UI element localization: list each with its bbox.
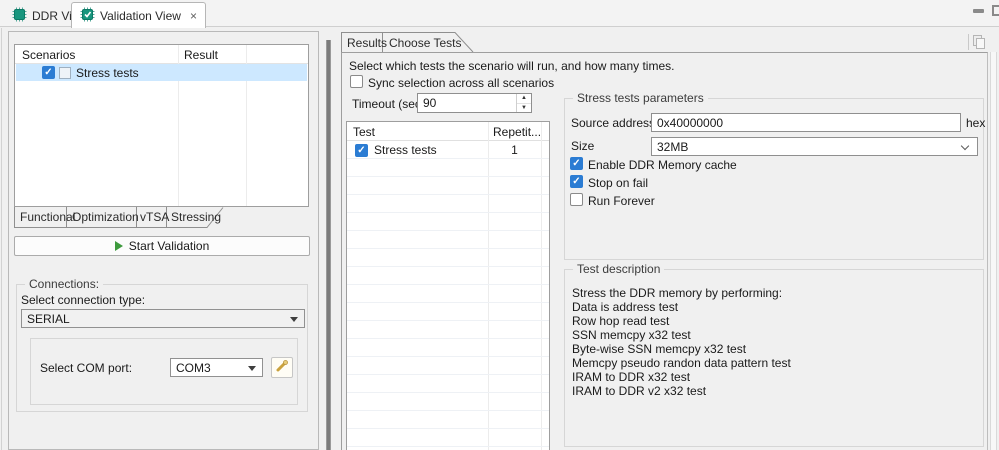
maximize-icon[interactable] bbox=[992, 5, 999, 16]
test-description-text: Stress the DDR memory by performing: Dat… bbox=[572, 286, 977, 398]
enable-cache-checkbox[interactable] bbox=[570, 157, 583, 170]
com-port-label: Select COM port: bbox=[40, 361, 132, 375]
size-value: 32MB bbox=[657, 140, 688, 154]
scenarios-column-header: Scenarios bbox=[22, 48, 75, 62]
copy-icon[interactable] bbox=[972, 34, 987, 54]
window-left-edge bbox=[1, 28, 2, 450]
tests-table: Test Repetit... Stress tests 1 bbox=[346, 121, 550, 450]
test-column-header: Test bbox=[353, 125, 375, 139]
tab-results[interactable]: Results bbox=[347, 36, 387, 50]
description-line: IRAM to DDR x32 test bbox=[572, 370, 977, 384]
stop-on-fail-checkbox[interactable] bbox=[570, 175, 583, 188]
scenario-checkbox[interactable] bbox=[42, 66, 55, 79]
scenarios-table: Scenarios Result Stress tests bbox=[14, 44, 309, 207]
scenario-secondary-checkbox[interactable] bbox=[59, 67, 71, 79]
test-checkbox[interactable] bbox=[355, 144, 368, 157]
tab-choose-tests[interactable]: Choose Tests bbox=[389, 36, 462, 50]
stop-on-fail-label: Stop on fail bbox=[588, 176, 648, 190]
sync-selection-label: Sync selection across all scenarios bbox=[368, 76, 554, 90]
description-line: Memcpy pseudo randon data pattern test bbox=[572, 356, 977, 370]
description-line: Stress the DDR memory by performing: bbox=[572, 286, 977, 300]
repetitions-column-header: Repetit... bbox=[493, 125, 541, 139]
description-line: SSN memcpy x32 test bbox=[572, 328, 977, 342]
play-icon bbox=[115, 241, 123, 251]
size-dropdown[interactable]: 32MB bbox=[651, 137, 978, 156]
run-forever-checkbox[interactable] bbox=[570, 193, 583, 206]
validation-view-window: { "window": { "tabs": [ { "label": "DDR … bbox=[0, 0, 999, 450]
run-forever-label: Run Forever bbox=[588, 194, 655, 208]
tests-table-header: Test Repetit... bbox=[347, 122, 549, 141]
size-label: Size bbox=[571, 139, 594, 153]
test-description-group-label: Test description bbox=[573, 262, 664, 276]
spinner-up-icon[interactable]: ▲ bbox=[517, 94, 531, 104]
scenario-label: Stress tests bbox=[76, 66, 139, 80]
test-repetitions[interactable]: 1 bbox=[488, 143, 541, 157]
source-address-value: 0x40000000 bbox=[657, 116, 723, 130]
tab-label: Validation View bbox=[100, 9, 181, 23]
description-line: Row hop read test bbox=[572, 314, 977, 328]
toolbar-separator bbox=[968, 34, 969, 50]
source-address-input[interactable]: 0x40000000 bbox=[651, 113, 961, 132]
start-validation-label: Start Validation bbox=[129, 239, 210, 253]
connection-type-label: Select connection type: bbox=[21, 293, 145, 307]
com-port-dropdown[interactable]: COM3 bbox=[170, 358, 263, 377]
timeout-spinner[interactable]: 90 ▲ ▼ bbox=[417, 93, 532, 113]
description-line: Byte-wise SSN memcpy x32 test bbox=[572, 342, 977, 356]
vertical-scrollbar[interactable] bbox=[990, 52, 997, 450]
tests-table-rows: Stress tests 1 bbox=[347, 141, 549, 450]
scenario-row-stress-tests[interactable]: Stress tests bbox=[16, 64, 307, 81]
intro-text: Select which tests the scenario will run… bbox=[349, 59, 674, 73]
test-label: Stress tests bbox=[374, 143, 437, 157]
connections-group-label: Connections: bbox=[25, 277, 103, 291]
spinner-down-icon[interactable]: ▼ bbox=[517, 104, 531, 113]
timeout-value: 90 bbox=[423, 96, 436, 110]
com-port-value: COM3 bbox=[176, 361, 211, 375]
hex-label: hex bbox=[966, 116, 985, 130]
stress-params-group-label: Stress tests parameters bbox=[573, 91, 708, 105]
connection-type-value: SERIAL bbox=[27, 312, 70, 326]
sync-selection-checkbox[interactable] bbox=[350, 75, 363, 88]
close-icon[interactable]: × bbox=[190, 9, 197, 23]
source-address-label: Source address bbox=[571, 116, 655, 130]
description-line: Data is address test bbox=[572, 300, 977, 314]
result-column-header: Result bbox=[184, 48, 218, 62]
tab-validation-view[interactable]: Validation View × bbox=[71, 2, 206, 28]
chevron-down-icon bbox=[961, 142, 969, 150]
tab-optimization[interactable]: Optimization bbox=[72, 210, 139, 224]
dropdown-arrow-icon bbox=[248, 366, 256, 371]
scenarios-table-header: Scenarios Result bbox=[15, 45, 308, 64]
tab-functional[interactable]: Functional bbox=[20, 210, 75, 224]
panel-sash[interactable] bbox=[326, 40, 331, 450]
tab-vtsa[interactable]: vTSA bbox=[140, 210, 169, 224]
test-row-stress-tests[interactable]: Stress tests 1 bbox=[347, 141, 549, 159]
chip-check-icon bbox=[80, 7, 95, 25]
chip-icon bbox=[12, 7, 27, 25]
tab-stressing[interactable]: Stressing bbox=[171, 210, 221, 224]
dropdown-arrow-icon bbox=[290, 317, 298, 322]
connection-type-dropdown[interactable]: SERIAL bbox=[21, 309, 305, 328]
description-line: IRAM to DDR v2 x32 test bbox=[572, 384, 977, 398]
refresh-com-ports-button[interactable] bbox=[271, 357, 293, 378]
minimize-icon[interactable] bbox=[973, 9, 984, 13]
enable-cache-label: Enable DDR Memory cache bbox=[588, 158, 737, 172]
start-validation-button[interactable]: Start Validation bbox=[14, 236, 310, 256]
wand-icon bbox=[275, 359, 289, 376]
spinner-buttons[interactable]: ▲ ▼ bbox=[516, 94, 531, 112]
